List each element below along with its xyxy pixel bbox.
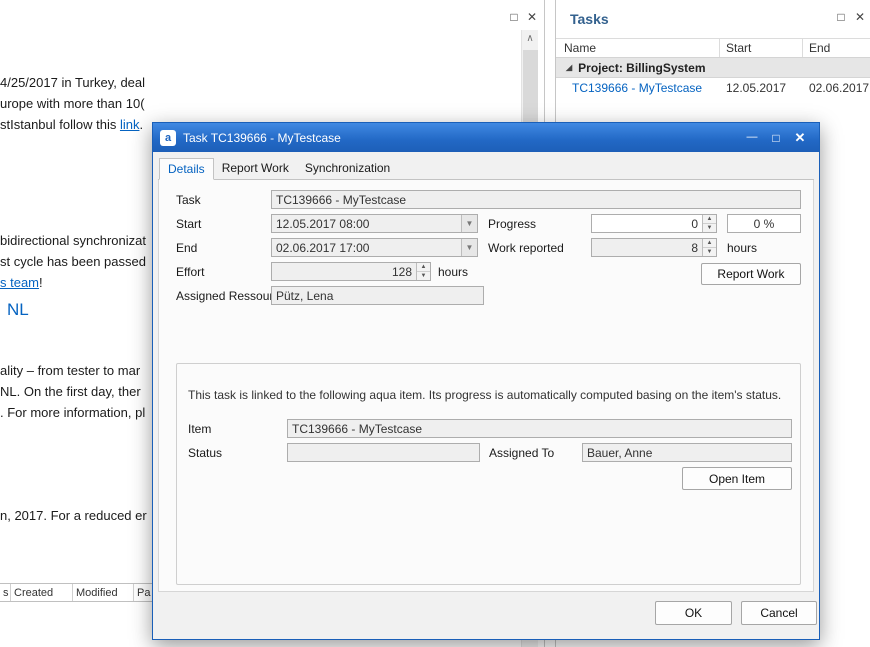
newsletter-text: bidirectional synchronizat <box>0 233 146 248</box>
effort-spinner: 128 ▲ ▼ <box>271 262 431 281</box>
tab-strip: Details Report Work Synchronization <box>158 158 814 180</box>
close-icon[interactable]: ✕ <box>524 10 540 24</box>
spinner-buttons[interactable]: ▲ ▼ <box>702 215 716 232</box>
spinner-up-icon[interactable]: ▲ <box>703 215 716 224</box>
report-work-button[interactable]: Report Work <box>701 263 801 285</box>
close-icon[interactable]: ✕ <box>852 10 868 24</box>
task-start-date: 12.05.2017 <box>720 81 803 95</box>
column-name[interactable]: Name <box>556 39 720 57</box>
work-reported-label: Work reported <box>488 241 564 255</box>
hyperlink[interactable]: link <box>120 117 140 132</box>
ok-button[interactable]: OK <box>655 601 732 625</box>
linked-item-groupbox: This task is linked to the following aqu… <box>176 363 801 585</box>
progress-spinner[interactable]: 0 ▲ ▼ <box>591 214 717 233</box>
panel-title: Tasks <box>570 11 609 27</box>
grid-column[interactable]: Created <box>11 584 73 601</box>
table-row[interactable]: TC139666 - MyTestcase 12.05.2017 02.06.2… <box>556 78 870 98</box>
open-item-button[interactable]: Open Item <box>682 467 792 490</box>
end-date-value: 02.06.2017 17:00 <box>272 241 461 255</box>
work-reported-unit: hours <box>727 241 757 255</box>
task-link[interactable]: TC139666 - MyTestcase <box>556 81 720 95</box>
assigned-to-label: Assigned To <box>489 446 554 460</box>
end-label: End <box>176 241 197 255</box>
expand-triangle-icon[interactable]: ◢ <box>566 63 572 72</box>
newsletter-text: stIstanbul follow this link. <box>0 117 143 132</box>
effort-unit: hours <box>438 265 468 279</box>
spinner-down-icon: ▼ <box>703 248 716 256</box>
column-end[interactable]: End <box>803 41 870 55</box>
effort-value: 128 <box>272 265 416 279</box>
maximize-icon[interactable]: □ <box>506 10 522 24</box>
spinner-up-icon: ▲ <box>417 263 430 272</box>
app-icon: a <box>160 130 176 146</box>
task-label: Task <box>176 193 201 207</box>
newsletter-text: 4/25/2017 in Turkey, deal <box>0 75 145 90</box>
assigned-to-field: Bauer, Anne <box>582 443 792 462</box>
item-label: Item <box>188 422 211 436</box>
tab-details[interactable]: Details <box>159 158 214 180</box>
scroll-up-icon[interactable]: ∧ <box>522 30 538 47</box>
linked-item-info-text: This task is linked to the following aqu… <box>188 388 781 402</box>
spinner-buttons: ▲ ▼ <box>702 239 716 256</box>
screen: □ ✕ 4/25/2017 in Turkey, deal urope with… <box>0 0 870 647</box>
group-row[interactable]: ◢ Project: BillingSystem <box>556 58 870 78</box>
tasks-column-header: Name Start End <box>556 38 870 58</box>
task-dialog: a Task TC139666 - MyTestcase — □ ✕ Detai… <box>152 122 820 640</box>
newsletter-text: n, 2017. For a reduced er <box>0 508 147 523</box>
status-label: Status <box>188 446 222 460</box>
spinner-buttons: ▲ ▼ <box>416 263 430 280</box>
minimize-icon[interactable]: — <box>740 128 764 148</box>
task-field: TC139666 - MyTestcase <box>271 190 801 209</box>
progress-value[interactable]: 0 <box>592 217 702 231</box>
hyperlink[interactable]: s team <box>0 275 39 290</box>
maximize-icon[interactable]: □ <box>833 10 849 24</box>
spinner-up-icon: ▲ <box>703 239 716 248</box>
status-field <box>287 443 480 462</box>
newsletter-text: s team! <box>0 275 43 290</box>
newsletter-text: ! <box>39 275 43 290</box>
grid-column[interactable]: s <box>0 584 11 601</box>
spinner-down-icon: ▼ <box>417 272 430 280</box>
work-reported-spinner: 8 ▲ ▼ <box>591 238 717 257</box>
progress-bar: 0 % <box>727 214 801 233</box>
end-date-picker[interactable]: 02.06.2017 17:00 ▼ <box>271 238 478 257</box>
details-tab-content: Task TC139666 - MyTestcase Start 12.05.2… <box>158 180 814 592</box>
tab-synchronization[interactable]: Synchronization <box>297 158 398 179</box>
newsletter-text: stIstanbul follow this <box>0 117 120 132</box>
task-end-date: 02.06.2017 <box>803 81 870 95</box>
grid-column[interactable]: Modified <box>73 584 134 601</box>
cancel-button[interactable]: Cancel <box>741 601 817 625</box>
work-reported-value: 8 <box>592 241 702 255</box>
newsletter-text: st cycle has been passed <box>0 254 146 269</box>
start-date-value: 12.05.2017 08:00 <box>272 217 461 231</box>
newsletter-text: NL. On the first day, ther <box>0 384 141 399</box>
progress-label: Progress <box>488 217 536 231</box>
spinner-down-icon[interactable]: ▼ <box>703 224 716 232</box>
newsletter-text: . For more information, pl <box>0 405 145 420</box>
start-date-picker[interactable]: 12.05.2017 08:00 ▼ <box>271 214 478 233</box>
start-label: Start <box>176 217 201 231</box>
dialog-title: Task TC139666 - MyTestcase <box>183 131 740 145</box>
dialog-body: Details Report Work Synchronization Task… <box>153 152 819 639</box>
newsletter-text: . <box>139 117 143 132</box>
close-icon[interactable]: ✕ <box>788 128 812 148</box>
assigned-resource-label: Assigned Ressource <box>176 289 286 303</box>
grid-column-header: s Created Modified Pa <box>0 583 160 602</box>
tab-report-work[interactable]: Report Work <box>214 158 297 179</box>
chevron-down-icon[interactable]: ▼ <box>461 239 477 256</box>
newsletter-text: ality – from tester to mar <box>0 363 140 378</box>
item-field: TC139666 - MyTestcase <box>287 419 792 438</box>
dialog-titlebar[interactable]: a Task TC139666 - MyTestcase — □ ✕ <box>153 123 819 152</box>
chevron-down-icon[interactable]: ▼ <box>461 215 477 232</box>
effort-label: Effort <box>176 265 204 279</box>
section-heading: NL <box>7 300 29 320</box>
column-start[interactable]: Start <box>720 39 803 57</box>
group-label: Project: BillingSystem <box>578 61 705 75</box>
assigned-resource-field[interactable]: Pütz, Lena <box>271 286 484 305</box>
maximize-icon[interactable]: □ <box>764 128 788 148</box>
newsletter-text: urope with more than 10( <box>0 96 145 111</box>
